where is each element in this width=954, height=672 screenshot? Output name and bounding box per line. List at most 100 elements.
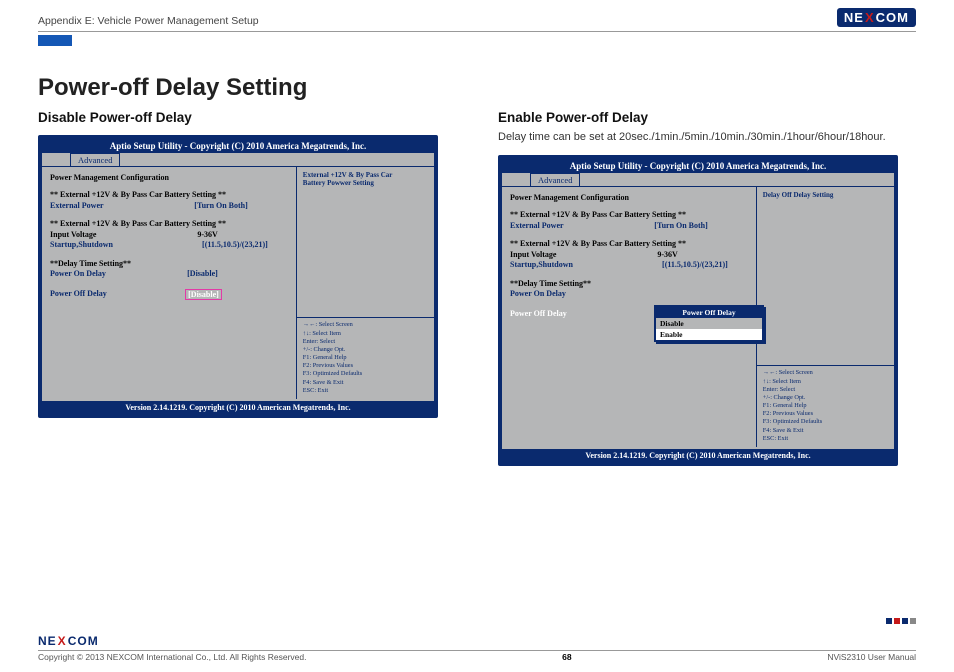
delay-heading: **Delay Time Setting** bbox=[50, 259, 288, 268]
help2-l4: +/-: Change Opt. bbox=[763, 394, 888, 402]
side-hint-2-l1: Delay Off Delay Setting bbox=[763, 191, 888, 199]
help2-l7: F3: Optimized Defaults bbox=[763, 418, 888, 426]
power-off-delay-value-selected[interactable]: [Disable] bbox=[185, 289, 222, 300]
page-header: Appendix E: Vehicle Power Management Set… bbox=[38, 8, 916, 29]
help-l6: F2: Previous Values bbox=[303, 362, 428, 370]
pm-heading: Power Management Configuration bbox=[50, 173, 288, 182]
section1-2: ** External +12V & By Pass Car Battery S… bbox=[510, 210, 748, 219]
pm-heading-2: Power Management Configuration bbox=[510, 193, 748, 202]
power-off-delay-popup: Power Off Delay Disable Enable bbox=[654, 305, 764, 342]
help-l7: F3: Optimized Defaults bbox=[303, 370, 428, 378]
deco-square-icon bbox=[894, 618, 900, 624]
footer-copyright: Copyright © 2013 NEXCOM International Co… bbox=[38, 652, 306, 662]
help-l9: ESC: Exit bbox=[303, 387, 428, 395]
footer-rule bbox=[38, 650, 916, 651]
popup-option-enable[interactable]: Enable bbox=[656, 329, 762, 340]
help-l4: +/-: Change Opt. bbox=[303, 346, 428, 354]
bios-footer: Version 2.14.1219. Copyright (C) 2010 Am… bbox=[42, 399, 434, 414]
side-separator bbox=[297, 317, 434, 318]
footer-logo-pre: NE bbox=[38, 634, 57, 648]
heading-disable: Disable Power-off Delay bbox=[38, 110, 456, 125]
popup-title: Power Off Delay bbox=[656, 307, 762, 318]
power-off-delay-label[interactable]: Power Off Delay bbox=[50, 289, 107, 300]
bios-main-panel: Power Management Configuration ** Extern… bbox=[42, 167, 297, 399]
logo-post: COM bbox=[876, 10, 909, 25]
bios-window-disable: Aptio Setup Utility - Copyright (C) 2010… bbox=[38, 135, 438, 418]
help2-l5: F1: General Help bbox=[763, 402, 888, 410]
logo-x-icon: X bbox=[864, 10, 876, 25]
enable-description: Delay time can be set at 20sec./1min./5m… bbox=[498, 131, 916, 143]
key-help: →←: Select Screen ↑↓: Select Item Enter:… bbox=[303, 321, 428, 395]
deco-square-icon bbox=[886, 618, 892, 624]
help-l3: Enter: Select bbox=[303, 338, 428, 346]
bios-tabs: Advanced bbox=[42, 153, 434, 166]
help-l8: F4: Save & Exit bbox=[303, 379, 428, 387]
startup-label[interactable]: Startup,Shutdown bbox=[50, 240, 113, 249]
startup-label-2[interactable]: Startup,Shutdown bbox=[510, 260, 573, 269]
bios-side-panel-2: Delay Off Delay Setting →←: Select Scree… bbox=[757, 187, 894, 447]
doc-name: NViS2310 User Manual bbox=[827, 652, 916, 662]
help2-l8: F4: Save & Exit bbox=[763, 427, 888, 435]
page-number: 68 bbox=[562, 652, 571, 662]
tab-advanced[interactable]: Advanced bbox=[70, 153, 120, 166]
input-voltage-label: Input Voltage bbox=[50, 230, 96, 239]
power-on-delay-label-2[interactable]: Power On Delay bbox=[510, 289, 566, 298]
bios-body-2: Power Management Configuration ** Extern… bbox=[502, 186, 894, 447]
startup-value[interactable]: [(11.5,10.5)/(23,21)] bbox=[202, 240, 268, 249]
ext-power-label[interactable]: External Power bbox=[50, 201, 104, 210]
popup-option-disable[interactable]: Disable bbox=[656, 318, 762, 329]
content-columns: Disable Power-off Delay Aptio Setup Util… bbox=[38, 110, 916, 466]
side-separator-2 bbox=[757, 365, 894, 366]
section2-2: ** External +12V & By Pass Car Battery S… bbox=[510, 239, 748, 248]
logo-pre: NE bbox=[844, 10, 864, 25]
column-enable: Enable Power-off Delay Delay time can be… bbox=[498, 110, 916, 466]
page-footer: NEXCOM Copyright © 2013 NEXCOM Internati… bbox=[38, 632, 916, 662]
deco-square-icon bbox=[910, 618, 916, 624]
ext-power-value[interactable]: [Turn On Both] bbox=[194, 201, 248, 210]
delay-heading-2: **Delay Time Setting** bbox=[510, 279, 748, 288]
footer-decoration bbox=[886, 618, 916, 624]
side-hint-l2: Battery Powwer Setting bbox=[303, 179, 428, 187]
power-off-delay-label-2[interactable]: Power Off Delay bbox=[510, 309, 567, 318]
help2-l9: ESC: Exit bbox=[763, 435, 888, 443]
help2-l1: →←: Select Screen bbox=[763, 369, 888, 377]
footer-brand-logo: NEXCOM bbox=[38, 634, 99, 650]
column-disable: Disable Power-off Delay Aptio Setup Util… bbox=[38, 110, 456, 466]
bios-main-panel-2: Power Management Configuration ** Extern… bbox=[502, 187, 757, 447]
bios-footer-2: Version 2.14.1219. Copyright (C) 2010 Am… bbox=[502, 447, 894, 462]
help-l5: F1: General Help bbox=[303, 354, 428, 362]
bios-title-2: Aptio Setup Utility - Copyright (C) 2010… bbox=[502, 159, 894, 173]
page-title: Power-off Delay Setting bbox=[38, 74, 916, 102]
header-rule bbox=[38, 31, 916, 32]
tab-advanced-2[interactable]: Advanced bbox=[530, 173, 580, 186]
bios-title: Aptio Setup Utility - Copyright (C) 2010… bbox=[42, 139, 434, 153]
help2-l2: ↑↓: Select Item bbox=[763, 378, 888, 386]
help2-l6: F2: Previous Values bbox=[763, 410, 888, 418]
startup-value-2[interactable]: [(11.5,10.5)/(23,21)] bbox=[662, 260, 728, 269]
power-on-delay-label[interactable]: Power On Delay bbox=[50, 269, 106, 278]
input-voltage-value: 9-36V bbox=[197, 230, 217, 239]
heading-enable: Enable Power-off Delay bbox=[498, 110, 916, 125]
deco-square-icon bbox=[902, 618, 908, 624]
header-tab-decoration bbox=[38, 35, 72, 46]
side-hint-l1: External +12V & By Pass Car bbox=[303, 171, 428, 179]
breadcrumb: Appendix E: Vehicle Power Management Set… bbox=[38, 15, 259, 27]
help-l1: →←: Select Screen bbox=[303, 321, 428, 329]
footer-logo-x-icon: X bbox=[57, 634, 68, 648]
bios-body: Power Management Configuration ** Extern… bbox=[42, 166, 434, 399]
brand-logo: NEXCOM bbox=[837, 8, 916, 27]
bios-side-panel: External +12V & By Pass Car Battery Poww… bbox=[297, 167, 434, 399]
footer-logo-post: COM bbox=[68, 634, 99, 648]
input-voltage-value-2: 9-36V bbox=[657, 250, 677, 259]
ext-power-label-2[interactable]: External Power bbox=[510, 221, 564, 230]
bios-tabs-2: Advanced bbox=[502, 173, 894, 186]
ext-power-value-2[interactable]: [Turn On Both] bbox=[654, 221, 708, 230]
footer-row: Copyright © 2013 NEXCOM International Co… bbox=[38, 652, 916, 662]
section1: ** External +12V & By Pass Car Battery S… bbox=[50, 190, 288, 199]
power-on-delay-value[interactable]: [Disable] bbox=[187, 269, 218, 278]
side-hint: External +12V & By Pass Car Battery Poww… bbox=[303, 171, 428, 188]
bios-window-enable: Aptio Setup Utility - Copyright (C) 2010… bbox=[498, 155, 898, 466]
input-voltage-label-2: Input Voltage bbox=[510, 250, 556, 259]
key-help-2: →←: Select Screen ↑↓: Select Item Enter:… bbox=[763, 369, 888, 443]
section2: ** External +12V & By Pass Car Battery S… bbox=[50, 219, 288, 228]
